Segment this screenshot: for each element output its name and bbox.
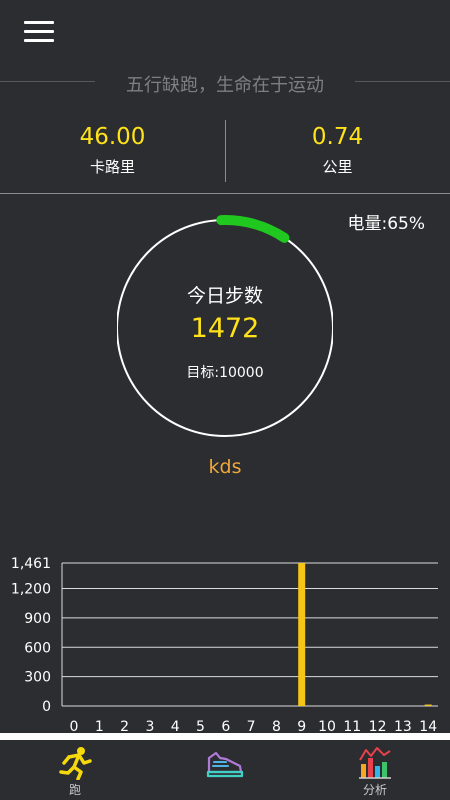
- calories-stat: 46.00 卡路里: [0, 120, 225, 180]
- ring-progress-arc: [216, 215, 290, 243]
- tab-run[interactable]: 跑: [0, 740, 150, 800]
- distance-label: 公里: [322, 158, 353, 176]
- chart-bar-hour-9: [298, 563, 306, 706]
- hourly-steps-chart: 03006009001,2001,4610 1 2 3 4 5 6 7 8 9 10 11 12 13 14: [11, 556, 438, 735]
- sneaker-icon: [206, 751, 244, 778]
- top-bar: [0, 0, 450, 60]
- tab-analysis-label: 分析: [362, 783, 387, 797]
- distance-value: 0.74: [311, 124, 364, 150]
- running-person-icon: [59, 747, 92, 780]
- tab-analysis[interactable]: 分析: [300, 740, 450, 800]
- today-steps-title: 今日步数: [186, 285, 263, 307]
- analysis-chart-icon: [359, 747, 391, 779]
- battery-status: 电量:65%: [347, 214, 425, 234]
- chart-y-tick-label: 900: [24, 611, 51, 627]
- chart-y-tick-label: 300: [24, 670, 51, 686]
- today-steps-value: 1472: [190, 313, 260, 344]
- distance-stat: 0.74 公里: [225, 120, 450, 180]
- chart-bottom-strip: [0, 733, 450, 740]
- bottom-tab-bar: 跑 分析: [0, 740, 450, 800]
- calories-value: 46.00: [79, 124, 146, 150]
- calories-label: 卡路里: [89, 158, 135, 176]
- slogan-text: 五行缺跑，生命在于运动: [126, 75, 324, 96]
- section-divider: [0, 193, 450, 194]
- chart-bar-hour-14: [424, 704, 432, 706]
- tab-run-label: 跑: [68, 783, 81, 797]
- step-goal: 目标:10000: [186, 365, 264, 381]
- device-name: kds: [208, 456, 242, 478]
- chart-y-tick-label: 600: [24, 640, 51, 656]
- hamburger-menu-icon[interactable]: [24, 18, 56, 44]
- tab-shoe[interactable]: [150, 740, 300, 800]
- chart-y-tick-label: 1,461: [11, 556, 51, 572]
- chart-y-tick-label: 0: [42, 699, 51, 715]
- chart-y-tick-label: 1,200: [11, 582, 51, 598]
